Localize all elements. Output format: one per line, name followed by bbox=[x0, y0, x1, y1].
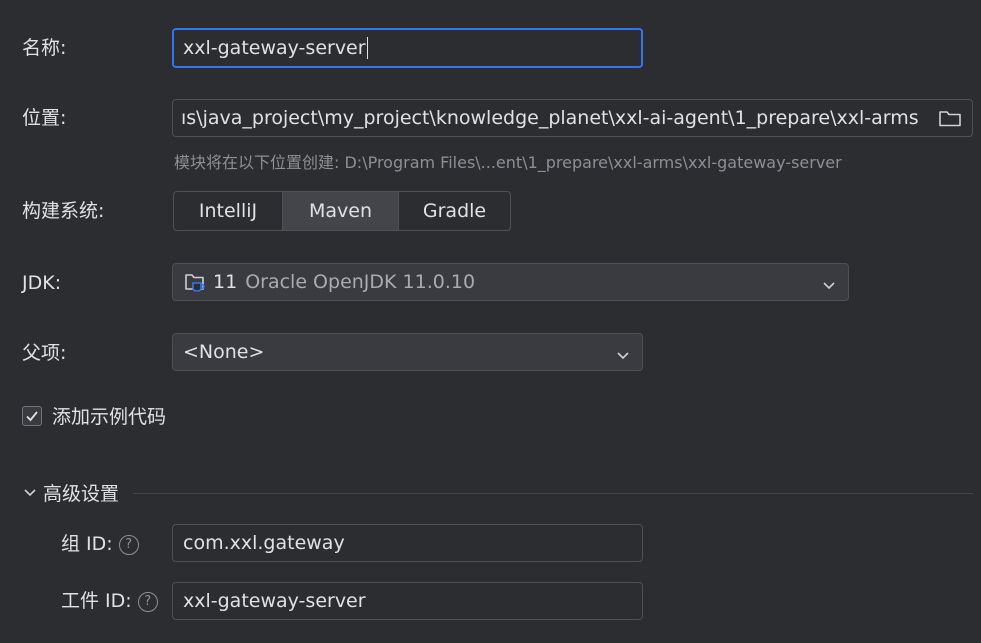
jdk-select[interactable]: 11 Oracle OpenJDK 11.0.10 bbox=[172, 263, 849, 301]
artifact-id-label-text: 工件 ID: bbox=[61, 590, 132, 612]
group-id-label: 组 ID:? bbox=[61, 532, 139, 556]
group-id-label-text: 组 ID: bbox=[61, 533, 113, 555]
group-id-input[interactable]: com.xxl.gateway bbox=[172, 524, 643, 562]
folder-icon[interactable] bbox=[938, 108, 962, 128]
sample-code-label[interactable]: 添加示例代码 bbox=[52, 405, 166, 429]
help-icon[interactable]: ? bbox=[137, 591, 158, 612]
artifact-id-input[interactable]: xxl-gateway-server bbox=[172, 582, 643, 620]
parent-value: <None> bbox=[183, 341, 265, 363]
artifact-id-label: 工件 ID:? bbox=[61, 589, 158, 613]
sample-code-checkbox[interactable] bbox=[22, 406, 42, 426]
group-id-input-value: com.xxl.gateway bbox=[183, 532, 345, 554]
help-icon[interactable]: ? bbox=[118, 534, 139, 555]
build-system-intellij-button[interactable]: IntelliJ bbox=[174, 192, 283, 230]
build-system-label: 构建系统: bbox=[22, 200, 105, 222]
chevron-down-icon bbox=[822, 275, 836, 290]
jdk-folder-icon bbox=[183, 270, 209, 294]
chevron-down-icon[interactable] bbox=[22, 484, 38, 500]
jdk-name: Oracle OpenJDK 11.0.10 bbox=[245, 271, 476, 293]
location-input[interactable]: ıs\java_project\my_project\knowledge_pla… bbox=[172, 99, 973, 137]
location-input-value: ıs\java_project\my_project\knowledge_pla… bbox=[181, 107, 919, 129]
location-hint: 模块将在以下位置创建: D:\Program Files\...ent\1_pr… bbox=[174, 153, 842, 172]
text-caret bbox=[366, 37, 368, 59]
artifact-id-input-value: xxl-gateway-server bbox=[183, 590, 366, 612]
parent-select[interactable]: <None> bbox=[172, 333, 643, 371]
advanced-settings-toggle[interactable]: 高级设置 bbox=[43, 482, 119, 506]
section-divider bbox=[133, 493, 973, 494]
build-system-gradle-button[interactable]: Gradle bbox=[399, 192, 510, 230]
build-system-segmented: IntelliJ Maven Gradle bbox=[173, 191, 511, 231]
chevron-down-icon bbox=[616, 345, 630, 360]
build-system-maven-button[interactable]: Maven bbox=[283, 192, 399, 230]
new-module-dialog: 名称: xxl-gateway-server 位置: ıs\java_proje… bbox=[0, 0, 981, 643]
name-label: 名称: bbox=[22, 37, 67, 59]
name-input[interactable]: xxl-gateway-server bbox=[172, 28, 643, 68]
location-label: 位置: bbox=[22, 107, 67, 129]
parent-label: 父项: bbox=[22, 342, 67, 364]
jdk-label: JDK: bbox=[22, 272, 62, 294]
jdk-version: 11 bbox=[213, 271, 238, 293]
name-input-value: xxl-gateway-server bbox=[183, 37, 366, 59]
check-icon bbox=[26, 411, 38, 422]
